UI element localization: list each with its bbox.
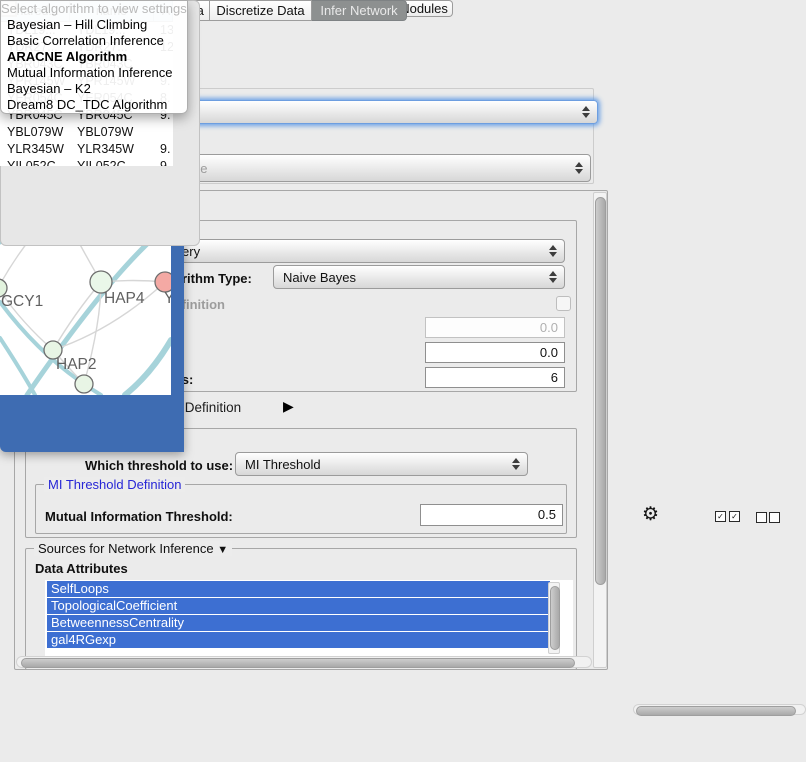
table-cell: YIL052C	[0, 158, 70, 166]
algorithm-option[interactable]: ARACNE Algorithm	[1, 49, 187, 65]
algorithm-option[interactable]: Dream8 DC_TDC Algorithm	[1, 97, 187, 113]
combo-arrows-icon	[512, 458, 520, 470]
combo-arrows-icon	[549, 245, 557, 257]
dpi-tolerance-field[interactable]: 0.0	[425, 342, 565, 363]
attribute-list-item[interactable]: TopologicalCoefficient	[47, 598, 550, 614]
kernel-width-field[interactable]: 0.0	[425, 317, 565, 338]
mi-type-value: Naive Bayes	[283, 270, 356, 285]
table-row[interactable]: YBL079WYBL079W	[0, 124, 173, 141]
tab-infer-network[interactable]: Infer Network	[312, 0, 407, 21]
combo-arrows-icon	[582, 106, 590, 118]
table-cell: 9.	[154, 141, 173, 158]
table-cell: YBL079W	[70, 124, 154, 141]
table-scrollbar-horizontal[interactable]	[633, 704, 806, 715]
algorithm-popup-placeholder: Select algorithm to view settings	[1, 1, 187, 17]
table-cell: 9.	[154, 158, 173, 166]
settings-scrollbar-vertical[interactable]	[593, 192, 607, 668]
settings-scrollbar-thumb[interactable]	[595, 197, 606, 585]
manual-kernel-checkbox[interactable]	[556, 296, 571, 311]
node-label: Y	[164, 290, 171, 307]
network-edge[interactable]	[53, 282, 101, 350]
which-threshold-combo[interactable]: MI Threshold	[235, 452, 528, 476]
deselect-all-icon[interactable]	[756, 512, 767, 523]
which-threshold-label: Which threshold to use:	[85, 458, 233, 473]
network-edge[interactable]	[0, 338, 35, 395]
sources-title-text: Sources for Network Inference	[38, 541, 214, 556]
algorithm-option[interactable]: Mutual Information Inference	[1, 65, 187, 81]
table-cell: YBL079W	[0, 124, 70, 141]
algorithm-option[interactable]: Bayesian – K2	[1, 81, 187, 97]
tab-discretize-label: Discretize Data	[216, 3, 304, 18]
select-all-icon-2[interactable]: ✓	[729, 511, 740, 522]
network-node-y[interactable]	[155, 272, 171, 292]
sources-group-title: Sources for Network Inference ▼	[34, 541, 232, 556]
combo-arrows-icon	[575, 162, 583, 174]
attribute-list-item[interactable]: SelfLoops	[47, 581, 550, 597]
mi-threshold-definition-title: MI Threshold Definition	[44, 477, 185, 492]
table-cell: YIL052C	[70, 158, 154, 166]
gear-icon[interactable]: ⚙	[642, 503, 659, 526]
table-row[interactable]: YIL052CYIL052C9.	[0, 158, 173, 166]
data-attributes-label: Data Attributes	[35, 561, 128, 576]
table-cell: YLR345W	[0, 141, 70, 158]
algorithm-option[interactable]: Basic Correlation Inference	[1, 33, 187, 49]
network-edge[interactable]	[27, 226, 167, 395]
tab-discretize-data[interactable]: Discretize Data	[210, 0, 312, 21]
tab-infer-label: Infer Network	[320, 3, 397, 18]
network-node[interactable]	[75, 375, 93, 393]
table-cell	[154, 124, 173, 141]
deselect-all-icon-2[interactable]	[769, 512, 780, 523]
table-cell: YLR345W	[70, 141, 154, 158]
expander-arrow-icon[interactable]: ▶	[283, 398, 294, 415]
settings-hscrollbar-thumb[interactable]	[21, 658, 575, 668]
settings-scrollbar-horizontal[interactable]	[16, 656, 592, 668]
attributes-scrollbar[interactable]	[548, 582, 560, 654]
algorithm-option[interactable]: Bayesian – Hill Climbing	[1, 17, 187, 33]
combo-arrows-icon	[549, 271, 557, 283]
mi-steps-field[interactable]: 6	[425, 367, 565, 388]
attribute-list-item[interactable]: BetweennessCentrality	[47, 615, 550, 631]
select-all-icon[interactable]: ✓	[715, 511, 726, 522]
node-label: HAP4	[104, 290, 145, 307]
algorithm-dropdown-popup: Select algorithm to view settings Bayesi…	[0, 0, 188, 114]
table-hscrollbar-thumb[interactable]	[636, 706, 796, 716]
which-threshold-value: MI Threshold	[245, 457, 321, 472]
attribute-list-item[interactable]: gal4RGexp	[47, 632, 550, 648]
table-row[interactable]: YLR345WYLR345W9.	[0, 141, 173, 158]
network-edge[interactable]	[125, 340, 171, 395]
data-attributes-list[interactable]: SelfLoopsTopologicalCoefficientBetweenne…	[45, 580, 573, 656]
node-label: HAP2	[56, 356, 97, 373]
mi-algorithm-type-combo[interactable]: Naive Bayes	[273, 265, 565, 289]
expander-down-icon[interactable]: ▼	[217, 544, 228, 556]
mi-threshold-field[interactable]: 0.5	[420, 504, 563, 526]
node-label: GCY1	[1, 293, 43, 310]
attributes-scrollbar-thumb[interactable]	[550, 586, 560, 650]
mi-threshold-label: Mutual Information Threshold:	[45, 509, 233, 524]
